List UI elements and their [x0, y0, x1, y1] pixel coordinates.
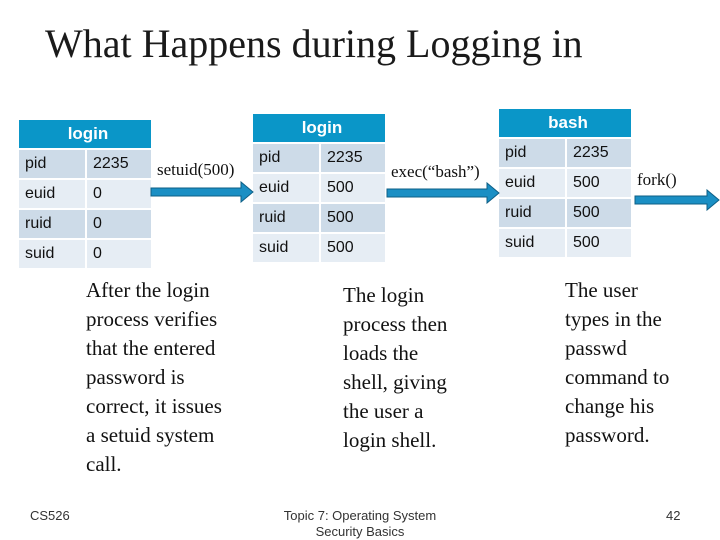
- note-line: The user: [565, 278, 638, 302]
- field-key: euid: [19, 180, 85, 208]
- arrow-right-icon: [386, 182, 500, 204]
- process-table-bash: bash pid 2235 euid 500 ruid 500 suid 500: [497, 107, 633, 259]
- field-key: pid: [19, 150, 85, 178]
- note-line: loads the: [343, 341, 419, 365]
- field-value: 2235: [567, 139, 631, 167]
- note-line: After the login: [86, 278, 210, 302]
- field-key: euid: [253, 174, 319, 202]
- process-name: bash: [499, 109, 631, 137]
- field-key: suid: [253, 234, 319, 262]
- field-key: pid: [499, 139, 565, 167]
- note-line: login shell.: [343, 428, 437, 452]
- field-value: 500: [321, 234, 385, 262]
- note-line: a setuid system: [86, 423, 215, 447]
- process-table-login-before: login pid 2235 euid 0 ruid 0 suid 0: [17, 118, 153, 270]
- field-value: 0: [87, 240, 151, 268]
- arrow-right-icon: [634, 189, 720, 211]
- field-key: suid: [499, 229, 565, 257]
- field-key: euid: [499, 169, 565, 197]
- note-line: correct, it issues: [86, 394, 222, 418]
- note-line: command to: [565, 365, 670, 389]
- process-name: login: [19, 120, 151, 148]
- footer-course: CS526: [30, 508, 70, 523]
- arrow-right-icon: [150, 181, 254, 203]
- note-line: shell, giving: [343, 370, 447, 394]
- note-line: password.: [565, 423, 650, 447]
- arrow-label-setuid: setuid(500): [157, 160, 235, 179]
- note-line: process then: [343, 312, 448, 336]
- footer-topic-line: Topic 7: Operating System: [283, 508, 437, 523]
- note-fork: The user types in the passwd command to …: [565, 276, 669, 450]
- note-line: password is: [86, 365, 185, 389]
- field-value: 2235: [87, 150, 151, 178]
- note-line: passwd: [565, 336, 627, 360]
- note-line: change his: [565, 394, 655, 418]
- arrow-label-fork: fork(): [637, 170, 677, 189]
- slide-title: What Happens during Logging in: [45, 21, 583, 66]
- field-value: 500: [567, 199, 631, 227]
- field-key: suid: [19, 240, 85, 268]
- field-value: 0: [87, 210, 151, 238]
- note-line: call.: [86, 452, 122, 476]
- footer-topic: Topic 7: Operating System Security Basic…: [230, 508, 490, 540]
- field-key: pid: [253, 144, 319, 172]
- note-line: that the entered: [86, 336, 216, 360]
- field-value: 2235: [321, 144, 385, 172]
- footer-topic-line: Security Basics: [315, 524, 405, 539]
- field-value: 500: [321, 174, 385, 202]
- field-key: ruid: [253, 204, 319, 232]
- note-line: process verifies: [86, 307, 218, 331]
- note-setuid: After the login process verifies that th…: [86, 276, 222, 479]
- field-value: 500: [321, 204, 385, 232]
- note-line: types in the: [565, 307, 662, 331]
- arrow-label-exec: exec(“bash”): [391, 162, 480, 181]
- process-name: login: [253, 114, 385, 142]
- field-value: 500: [567, 169, 631, 197]
- field-key: ruid: [499, 199, 565, 227]
- field-value: 500: [567, 229, 631, 257]
- field-value: 0: [87, 180, 151, 208]
- page-number: 42: [666, 508, 681, 523]
- field-key: ruid: [19, 210, 85, 238]
- note-line: The login: [343, 283, 425, 307]
- note-exec: The login process then loads the shell, …: [343, 281, 447, 455]
- note-line: the user a: [343, 399, 424, 423]
- process-table-login-after: login pid 2235 euid 500 ruid 500 suid 500: [251, 112, 387, 264]
